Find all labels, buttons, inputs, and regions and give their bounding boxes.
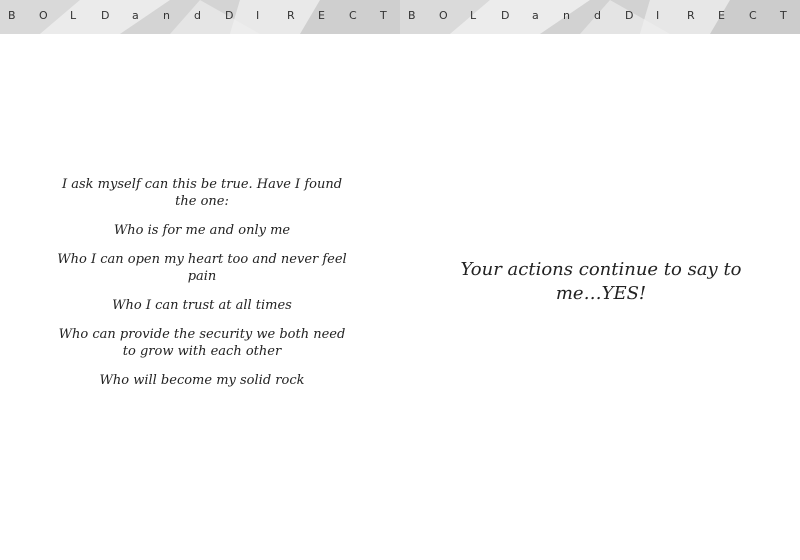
banner-letter: E [718, 9, 725, 22]
banner-letter: O [39, 9, 48, 22]
poem: I ask myself can this be true. Have I fo… [56, 176, 348, 401]
banner-letter: C [749, 9, 757, 22]
banner-letter: R [687, 9, 695, 22]
banner-letter: D [225, 9, 234, 22]
banner-letter: n [163, 9, 170, 22]
poem-line: Who I can open my heart too and never fe… [57, 252, 347, 284]
banner-letter: C [349, 9, 357, 22]
banner-letter: a [132, 9, 139, 22]
banner-letter: O [439, 9, 448, 22]
poem-intro: I ask myself can this be true. Have I fo… [61, 177, 343, 209]
banner-letter: D [625, 9, 634, 22]
banner-letter: a [532, 9, 539, 22]
banner-letter: d [194, 9, 201, 22]
poem-line: Who can provide the security we both nee… [58, 327, 346, 359]
banner-text: B O L Da n d D I R E C T [400, 9, 800, 25]
banner-letter: d [594, 9, 601, 22]
banner-letter: I [256, 9, 260, 22]
header-banner-right: B O L Da n d D I R E C T [400, 0, 800, 34]
poem-line: Who I can trust at all times [112, 298, 292, 313]
banner-letter: n [563, 9, 570, 22]
banner-letter: B [8, 9, 16, 22]
banner-letter: D [501, 9, 510, 22]
banner-letter: L [70, 9, 77, 22]
banner-letter: D [101, 9, 110, 22]
banner-letter: R [287, 9, 295, 22]
banner-letter: I [656, 9, 660, 22]
poem-line: Who will become my solid rock [99, 373, 305, 388]
banner-letter: E [318, 9, 325, 22]
banner-letter: T [780, 9, 787, 22]
poem-line: Who is for me and only me [113, 223, 291, 238]
banner-letter: L [470, 9, 477, 22]
closing-quote: Your actions continue to say to me…YES! [460, 259, 742, 304]
banner-letter: B [408, 9, 416, 22]
header-banner-left: B O L Da n d D I R E C T [0, 0, 400, 34]
banner-text: B O L Da n d D I R E C T [0, 9, 400, 25]
greeting-card-spread: B O L Da n d D I R E C T B O L Da n d D I R E C T I ask myself… [0, 0, 800, 560]
banner-letter: T [380, 9, 387, 22]
